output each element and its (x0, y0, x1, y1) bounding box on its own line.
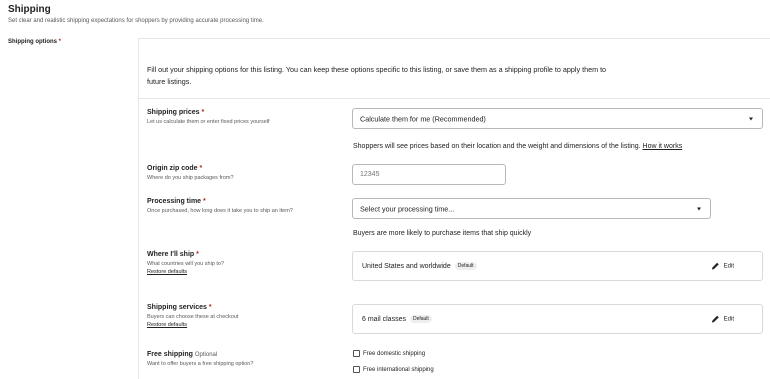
where-ship-edit-label: Edit (723, 263, 734, 269)
free-domestic-shipping-option[interactable]: Free domestic shipping (353, 350, 425, 357)
shipping-prices-value: Calculate them for me (Recommended) (360, 114, 486, 123)
free-shipping-label-group: Free shipping Optional Want to offer buy… (147, 351, 253, 368)
how-it-works-link[interactable]: How it works (643, 143, 683, 150)
shipping-services-title: Shipping services * (147, 304, 238, 311)
shipping-services-title-text: Shipping services (147, 304, 207, 311)
free-international-shipping-checkbox[interactable] (353, 366, 360, 373)
origin-zip-subtitle: Where do you ship packages from? (147, 175, 234, 181)
divider (139, 98, 770, 99)
where-ship-label-group: Where I'll ship * What countries will yo… (147, 251, 224, 275)
shipping-services-value: 6 mail classes Default (362, 315, 432, 323)
shipping-services-edit-label: Edit (723, 316, 734, 322)
where-ship-edit-button[interactable]: Edit (711, 262, 734, 271)
where-ship-title: Where I'll ship * (147, 251, 224, 258)
section-title: Shipping (8, 4, 51, 15)
default-badge: Default (409, 315, 432, 323)
shipping-services-value-text: 6 mail classes (362, 315, 406, 323)
where-ship-restore-defaults-link[interactable]: Restore defaults (147, 269, 224, 275)
shipping-prices-title-text: Shipping prices (147, 109, 200, 116)
processing-time-title: Processing time * (147, 198, 317, 205)
pencil-icon (711, 315, 719, 323)
free-domestic-shipping-label: Free domestic shipping (363, 350, 426, 357)
free-shipping-subtitle: Want to offer buyers a free shipping opt… (147, 361, 254, 367)
shipping-services-restore-defaults-link[interactable]: Restore defaults (147, 322, 238, 328)
section-subtitle: Set clear and realistic shipping expecta… (8, 18, 264, 24)
default-badge: Default (454, 262, 477, 270)
free-shipping-title-text: Free shipping (147, 351, 193, 358)
processing-time-title-text: Processing time (147, 198, 202, 205)
shipping-prices-select[interactable]: Calculate them for me (Recommended) (352, 108, 763, 129)
shipping-options-text: Shipping options (8, 39, 57, 45)
shipping-options-label: Shipping options * (8, 39, 61, 45)
shipping-prices-hint-text: Shoppers will see prices based on their … (353, 143, 641, 150)
origin-zip-input[interactable] (352, 164, 506, 185)
chevron-down-icon (697, 207, 701, 210)
free-international-shipping-option[interactable]: Free international shipping (353, 366, 434, 373)
free-international-shipping-label: Free international shipping (363, 366, 434, 373)
where-ship-card: United States and worldwide Default Edit (352, 251, 763, 281)
free-shipping-title: Free shipping Optional (147, 351, 253, 358)
shipping-services-edit-button[interactable]: Edit (711, 315, 734, 324)
origin-zip-title: Origin zip code * (147, 165, 234, 172)
origin-zip-label-group: Origin zip code * Where do you ship pack… (147, 165, 234, 182)
required-mark: * (199, 165, 203, 172)
required-mark: * (196, 251, 199, 258)
shipping-prices-label-group: Shipping prices * Let us calculate them … (147, 109, 270, 126)
intro-text: Fill out your shipping options for this … (147, 65, 607, 86)
required-mark: * (58, 39, 62, 45)
required-mark: * (201, 109, 205, 116)
optional-tag: Optional (194, 352, 218, 358)
origin-zip-title-text: Origin zip code (147, 165, 198, 172)
where-ship-value-text: United States and worldwide (362, 262, 451, 270)
shipping-prices-subtitle: Let us calculate them or enter fixed pri… (147, 119, 270, 125)
free-domestic-shipping-checkbox[interactable] (353, 350, 360, 357)
shipping-services-label-group: Shipping services * Buyers can choose th… (147, 304, 238, 328)
processing-time-hint: Buyers are more likely to purchase items… (353, 230, 532, 237)
shipping-services-card: 6 mail classes Default Edit (352, 304, 763, 334)
processing-time-subtitle: Once purchased, how long does it take yo… (147, 208, 293, 214)
processing-time-value: Select your processing time... (360, 204, 455, 213)
processing-time-select[interactable]: Select your processing time... (352, 198, 711, 219)
where-ship-subtitle: What countries will you ship to? (147, 261, 225, 267)
where-ship-value: United States and worldwide Default (362, 262, 477, 270)
shipping-prices-hint: Shoppers will see prices based on their … (353, 143, 682, 150)
required-mark: * (203, 198, 206, 205)
shipping-services-subtitle: Buyers can choose these at checkout (147, 314, 239, 320)
pencil-icon (711, 262, 719, 270)
processing-time-label-group: Processing time * Once purchased, how lo… (147, 198, 317, 215)
shipping-prices-title: Shipping prices * (147, 109, 270, 116)
required-mark: * (208, 304, 212, 311)
where-ship-title-text: Where I'll ship (147, 251, 195, 258)
chevron-down-icon (749, 117, 753, 120)
